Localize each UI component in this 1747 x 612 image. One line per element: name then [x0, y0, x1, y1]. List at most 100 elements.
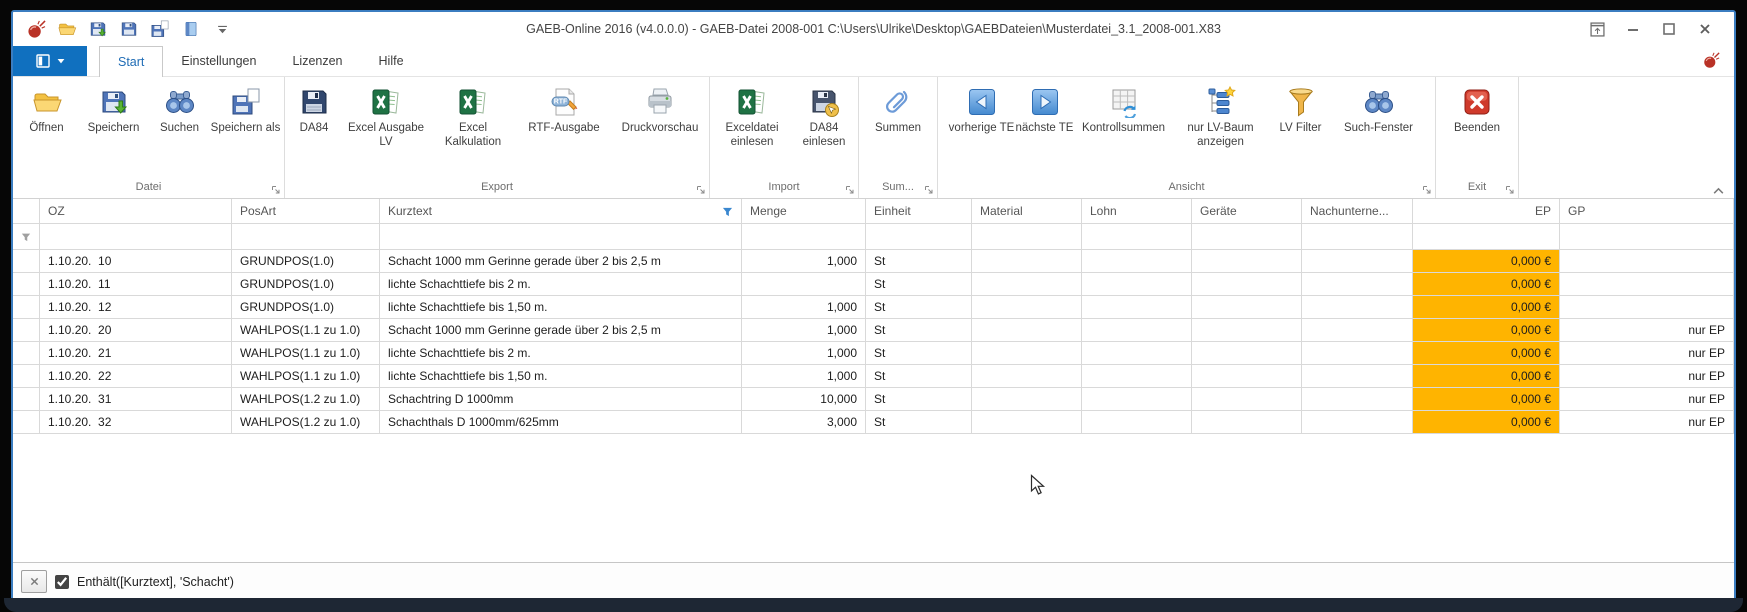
- column-header-kurztext[interactable]: Kurztext: [380, 199, 742, 224]
- lv-filter-button[interactable]: LV Filter: [1269, 80, 1333, 177]
- cell-material[interactable]: [972, 250, 1082, 273]
- filter-cell-gp[interactable]: [1560, 224, 1734, 250]
- cell-lohn[interactable]: [1082, 296, 1192, 319]
- cell-menge[interactable]: 180,000: [742, 273, 866, 296]
- maximize-icon[interactable]: [1654, 18, 1684, 40]
- row-indicator[interactable]: [13, 319, 40, 342]
- close-icon[interactable]: [1690, 18, 1720, 40]
- cell-posart[interactable]: GRUNDPOS(1.0): [232, 273, 380, 296]
- cell-oz[interactable]: 1.10.20. 22: [40, 365, 232, 388]
- cell-geraete[interactable]: [1192, 411, 1302, 434]
- dialog-launcher-icon[interactable]: [1422, 185, 1432, 195]
- cell-einheit[interactable]: St: [866, 342, 972, 365]
- column-header-lohn[interactable]: Lohn: [1082, 199, 1192, 224]
- cell-oz[interactable]: 1.10.20. 32: [40, 411, 232, 434]
- cell-gp[interactable]: nur EP: [1560, 388, 1734, 411]
- cell-lohn[interactable]: [1082, 319, 1192, 342]
- cell-kurztext[interactable]: lichte Schachttiefe bis 1,50 m.: [380, 365, 742, 388]
- open-file-icon[interactable]: [56, 18, 78, 40]
- cell-ep[interactable]: 0,000 €: [1413, 411, 1560, 434]
- dialog-launcher-icon[interactable]: [1505, 185, 1515, 195]
- filter-cell-menge[interactable]: [742, 224, 866, 250]
- cell-posart[interactable]: WAHLPOS(1.1 zu 1.0): [232, 365, 380, 388]
- column-header-einheit[interactable]: Einheit: [866, 199, 972, 224]
- minimize-icon[interactable]: [1618, 18, 1648, 40]
- cell-einheit[interactable]: St: [866, 411, 972, 434]
- cell-lohn[interactable]: [1082, 365, 1192, 388]
- cell-material[interactable]: [972, 273, 1082, 296]
- kontrollsummen-button[interactable]: Kontrollsummen: [1075, 80, 1173, 177]
- cell-nachunternehmer[interactable]: [1302, 250, 1413, 273]
- oeffnen-button[interactable]: Öffnen: [16, 80, 78, 177]
- filter-enabled-checkbox[interactable]: [55, 575, 69, 589]
- dialog-launcher-icon[interactable]: [271, 185, 281, 195]
- filter-cell-kurztext[interactable]: Schacht: [380, 224, 742, 250]
- save-as-icon[interactable]: [149, 18, 171, 40]
- cell-ep[interactable]: 0,000 €: [1413, 342, 1560, 365]
- cell-nachunternehmer[interactable]: [1302, 388, 1413, 411]
- cell-nachunternehmer[interactable]: [1302, 319, 1413, 342]
- cell-ep[interactable]: 0,000 €: [1413, 273, 1560, 296]
- cell-kurztext[interactable]: lichte Schachttiefe bis 1,50 m.: [380, 296, 742, 319]
- row-indicator[interactable]: [13, 411, 40, 434]
- cell-lohn[interactable]: [1082, 273, 1192, 296]
- vorherige-te-button[interactable]: vorherige TE: [949, 80, 1015, 177]
- filter-cell-nachunternehmer[interactable]: [1302, 224, 1413, 250]
- suchen-button[interactable]: Suchen: [150, 80, 210, 177]
- cell-ep[interactable]: 0,000 €: [1413, 296, 1560, 319]
- pin-window-icon[interactable]: [1582, 18, 1612, 40]
- cell-geraete[interactable]: [1192, 342, 1302, 365]
- cell-menge[interactable]: 1,000: [742, 365, 866, 388]
- druckvorschau-button[interactable]: Druckvorschau: [612, 80, 708, 177]
- cell-menge[interactable]: 10,000: [742, 388, 866, 411]
- filter-cell-lohn[interactable]: [1082, 224, 1192, 250]
- collapse-ribbon-icon[interactable]: [1712, 182, 1726, 194]
- cell-material[interactable]: [972, 365, 1082, 388]
- rtf-ausgabe-button[interactable]: RTF RTF-Ausgabe: [516, 80, 612, 177]
- cell-oz[interactable]: 1.10.20. 12: [40, 296, 232, 319]
- row-indicator[interactable]: [13, 388, 40, 411]
- column-header-geraete[interactable]: Geräte: [1192, 199, 1302, 224]
- cell-einheit[interactable]: St: [866, 388, 972, 411]
- column-header-gp[interactable]: GP: [1560, 199, 1734, 224]
- cell-geraete[interactable]: [1192, 365, 1302, 388]
- cell-geraete[interactable]: [1192, 250, 1302, 273]
- cell-nachunternehmer[interactable]: [1302, 411, 1413, 434]
- cell-kurztext[interactable]: lichte Schachttiefe bis 2 m.: [380, 273, 742, 296]
- cell-einheit[interactable]: St: [866, 250, 972, 273]
- row-indicator[interactable]: [13, 250, 40, 273]
- such-fenster-button[interactable]: Such-Fenster: [1333, 80, 1425, 177]
- cell-gp[interactable]: nur EP: [1560, 342, 1734, 365]
- nur-lv-baum-anzeigen-button[interactable]: nur LV-Baum anzeigen: [1173, 80, 1269, 177]
- cell-lohn[interactable]: [1082, 388, 1192, 411]
- column-header-oz[interactable]: OZ: [40, 199, 232, 224]
- cell-kurztext[interactable]: lichte Schachttiefe bis 2 m.: [380, 342, 742, 365]
- save-icon[interactable]: [87, 18, 109, 40]
- cell-material[interactable]: [972, 388, 1082, 411]
- cell-menge[interactable]: 1,000: [742, 342, 866, 365]
- cell-menge[interactable]: 1,000: [742, 250, 866, 273]
- cell-material[interactable]: [972, 319, 1082, 342]
- cell-geraete[interactable]: [1192, 273, 1302, 296]
- row-indicator[interactable]: [13, 296, 40, 319]
- filter-cell-oz[interactable]: [40, 224, 232, 250]
- excel-ausgabe-lv-button[interactable]: Excel Ausgabe LV: [342, 80, 430, 177]
- cell-nachunternehmer[interactable]: [1302, 365, 1413, 388]
- cell-ep[interactable]: 0,000 €: [1413, 319, 1560, 342]
- cell-lohn[interactable]: [1082, 250, 1192, 273]
- cell-gp[interactable]: [1560, 296, 1734, 319]
- dialog-launcher-icon[interactable]: [845, 185, 855, 195]
- cell-oz[interactable]: 1.10.20. 21: [40, 342, 232, 365]
- da84-einlesen-button[interactable]: DA84 einlesen: [792, 80, 856, 177]
- cell-ep[interactable]: 0,000 €: [1413, 365, 1560, 388]
- cell-nachunternehmer[interactable]: [1302, 296, 1413, 319]
- cell-menge[interactable]: 3,000: [742, 411, 866, 434]
- cell-gp[interactable]: nur EP: [1560, 411, 1734, 434]
- speichern-button[interactable]: Speichern: [78, 80, 150, 177]
- cell-menge[interactable]: 1,000: [742, 296, 866, 319]
- panel-icon[interactable]: [180, 18, 202, 40]
- column-header-ep[interactable]: EP: [1413, 199, 1560, 224]
- filter-cell-posart[interactable]: [232, 224, 380, 250]
- cell-material[interactable]: [972, 296, 1082, 319]
- cell-geraete[interactable]: [1192, 296, 1302, 319]
